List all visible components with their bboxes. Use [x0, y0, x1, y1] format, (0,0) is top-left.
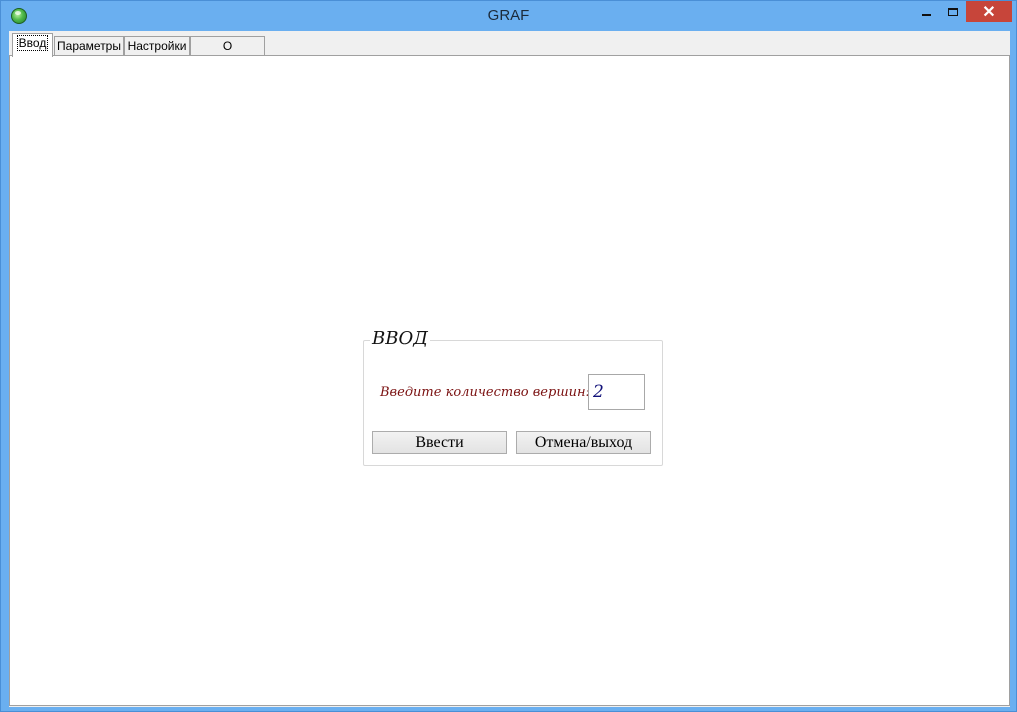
tab-about[interactable]: О программе — [190, 36, 265, 71]
tab-vvod[interactable]: Ввод — [12, 33, 53, 57]
enter-button-label: Ввести — [415, 433, 464, 451]
tab-label: Ввод — [16, 35, 49, 51]
tab-panel-vvod: ВВОД Введите количество вершин: Ввести О… — [9, 55, 1010, 706]
tab-label: Настройки — [127, 39, 187, 53]
close-icon: ✕ — [982, 3, 996, 21]
tab-parameters[interactable]: Параметры — [54, 36, 124, 56]
minimize-button[interactable] — [913, 1, 940, 22]
groupbox-title: ВВОД — [370, 328, 430, 349]
tab-strip: Ввод Параметры Настройки О программе — [9, 33, 1010, 71]
window-title: GRAF — [487, 7, 530, 24]
maximize-button[interactable] — [940, 1, 966, 22]
vertex-count-label: Введите количество вершин: — [380, 385, 590, 400]
cancel-button-label: Отмена/выход — [534, 433, 633, 451]
tab-label: Параметры — [57, 39, 121, 53]
input-groupbox: ВВОД Введите количество вершин: Ввести О… — [363, 328, 663, 466]
title-bar[interactable]: GRAF ✕ — [1, 1, 1016, 31]
cancel-exit-button[interactable]: Отмена/выход — [516, 431, 651, 454]
app-window: GRAF ✕ Ввод Параметры Настройки О програ… — [0, 0, 1017, 712]
tab-settings[interactable]: Настройки — [124, 36, 190, 56]
vertex-count-input[interactable] — [588, 374, 645, 410]
enter-button[interactable]: Ввести — [372, 431, 507, 454]
minimize-icon — [922, 13, 931, 16]
maximize-icon — [948, 7, 958, 16]
close-button[interactable]: ✕ — [966, 1, 1012, 22]
client-area: Ввод Параметры Настройки О программе ВВО… — [9, 31, 1010, 707]
